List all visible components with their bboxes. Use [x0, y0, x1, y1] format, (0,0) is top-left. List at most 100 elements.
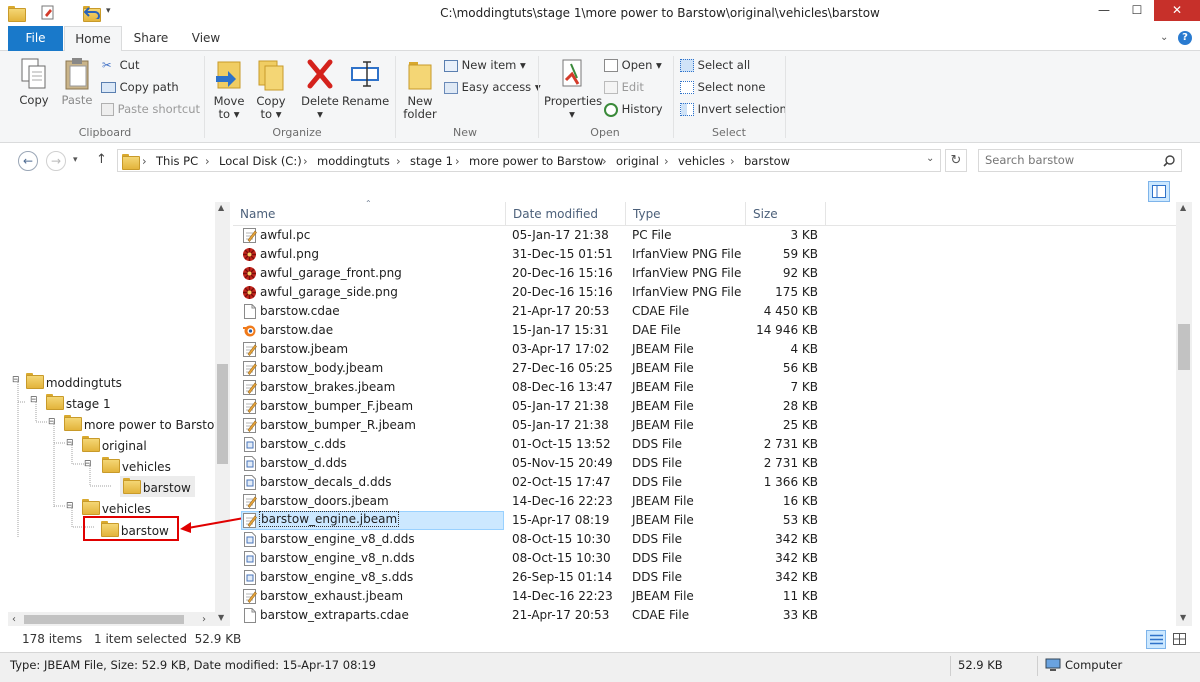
- refresh-button[interactable]: ↻: [945, 149, 967, 172]
- tab-file[interactable]: File: [8, 26, 63, 51]
- file-row[interactable]: barstow_bumper_F.jbeam 05-Jan-17 21:38 JBE…: [233, 397, 1176, 416]
- file-row[interactable]: barstow_engine_v8_s.dds 26-Sep-15 01:14 DD…: [233, 568, 1176, 587]
- file-list-scroll-thumb[interactable]: [1178, 324, 1190, 370]
- scroll-up-icon[interactable]: ▲: [218, 203, 224, 212]
- file-row[interactable]: barstow_body.jbeam 27-Dec-16 05:25 JBEAM F…: [233, 359, 1176, 378]
- up-arrow-icon[interactable]: ↑: [96, 152, 107, 167]
- move-to-button[interactable]: Move to ▾: [210, 56, 248, 121]
- breadcrumb-original[interactable]: original: [616, 154, 659, 168]
- details-view-button[interactable]: [1146, 630, 1166, 649]
- invert-selection-button[interactable]: Invert selection: [680, 102, 787, 116]
- qat-dropdown-icon[interactable]: ▾: [106, 6, 111, 16]
- column-header-date[interactable]: Date modified: [506, 202, 626, 226]
- rename-button[interactable]: Rename: [342, 56, 389, 108]
- tree-item-moddingtuts[interactable]: moddingtuts: [26, 373, 122, 390]
- copy-to-button[interactable]: Copy to ▾: [252, 56, 290, 121]
- file-row[interactable]: barstow_engine_v8_d.dds 08-Oct-15 10:30 DD…: [233, 530, 1176, 549]
- help-icon[interactable]: ?: [1178, 31, 1192, 45]
- breadcrumb-vehicles[interactable]: vehicles: [678, 154, 725, 168]
- scroll-right-icon[interactable]: ›: [202, 614, 206, 625]
- scroll-down-icon[interactable]: ▼: [1180, 613, 1186, 622]
- file-row[interactable]: awful_garage_front.png 20-Dec-16 15:16 Irf…: [233, 264, 1176, 283]
- properties-button[interactable]: Properties ▾: [544, 56, 602, 121]
- tree-item-vehicles[interactable]: vehicles: [82, 499, 151, 516]
- select-all-button[interactable]: Select all: [680, 58, 750, 72]
- tab-share[interactable]: Share: [128, 26, 174, 51]
- file-row[interactable]: barstow.dae 15-Jan-17 15:31 DAE File 14 946…: [233, 321, 1176, 340]
- delete-button[interactable]: Delete ▾: [300, 56, 340, 121]
- file-row[interactable]: barstow_doors.jbeam 14-Dec-16 22:23 JBEAM …: [233, 492, 1176, 511]
- address-bar[interactable]: › This PC › Local Disk (C:) › moddingtut…: [117, 149, 941, 172]
- tab-home[interactable]: Home: [64, 26, 122, 52]
- tab-view[interactable]: View: [184, 26, 228, 51]
- copy-button[interactable]: Copy: [14, 57, 54, 107]
- nav-scrollbar[interactable]: ▲ ▼: [215, 202, 230, 627]
- scroll-up-icon[interactable]: ▲: [1180, 203, 1186, 212]
- search-input[interactable]: [985, 153, 1155, 167]
- close-button[interactable]: ✕: [1154, 0, 1200, 21]
- scroll-down-icon[interactable]: ▼: [218, 613, 224, 622]
- maximize-button[interactable]: ☐: [1121, 0, 1153, 21]
- cut-button[interactable]: ✂ Cut: [102, 58, 139, 72]
- file-row[interactable]: barstow_brakes.jbeam 08-Dec-16 13:47 JBEAM…: [233, 378, 1176, 397]
- minimize-button[interactable]: —: [1088, 0, 1120, 21]
- history-button[interactable]: History: [604, 102, 663, 117]
- file-row[interactable]: barstow_engine.jbeam 15-Apr-17 08:19 JBEAM…: [233, 511, 1176, 530]
- paste-shortcut-button[interactable]: Paste shortcut: [101, 102, 200, 116]
- file-list-scrollbar[interactable]: ▲ ▼: [1176, 202, 1192, 626]
- breadcrumb-barstow[interactable]: barstow: [744, 154, 790, 168]
- tree-item-barstow-original[interactable]: barstow: [120, 476, 195, 497]
- forward-button[interactable]: →: [46, 151, 66, 171]
- scroll-left-icon[interactable]: ‹: [12, 614, 16, 625]
- tree-item-stage-1[interactable]: stage 1: [46, 394, 111, 411]
- file-row[interactable]: barstow.cdae 21-Apr-17 20:53 CDAE File 4 45…: [233, 302, 1176, 321]
- collapse-ribbon-icon[interactable]: ⌄: [1160, 32, 1168, 43]
- expander-icon[interactable]: ⊟: [66, 438, 74, 448]
- file-row[interactable]: barstow_engine_v8_n.dds 08-Oct-15 10:30 DD…: [233, 549, 1176, 568]
- paste-button[interactable]: Paste: [58, 57, 96, 107]
- column-header-type[interactable]: Type: [626, 202, 746, 226]
- expander-icon[interactable]: ⊟: [84, 459, 92, 469]
- breadcrumb-more-power[interactable]: more power to Barstow: [469, 154, 603, 168]
- breadcrumb-stage-1[interactable]: stage 1: [410, 154, 453, 168]
- open-button[interactable]: Open ▾: [604, 58, 662, 72]
- properties-qat-icon[interactable]: [41, 5, 55, 20]
- search-box[interactable]: [978, 149, 1182, 172]
- breadcrumb-local-disk[interactable]: Local Disk (C:): [219, 154, 302, 168]
- file-row[interactable]: barstow.jbeam 03-Apr-17 17:02 JBEAM File 4 …: [233, 340, 1176, 359]
- expander-icon[interactable]: ⊟: [48, 417, 56, 427]
- file-row[interactable]: barstow_bumper_R.jbeam 05-Jan-17 21:38 JBE…: [233, 416, 1176, 435]
- file-row[interactable]: barstow_d.dds 05-Nov-15 20:49 DDS File 2 73…: [233, 454, 1176, 473]
- undo-icon[interactable]: [83, 5, 100, 21]
- file-row[interactable]: barstow_extraparts.cdae 21-Apr-17 20:53 CD…: [233, 606, 1176, 625]
- preview-pane-button[interactable]: [1148, 181, 1170, 202]
- file-row[interactable]: barstow_decals_d.dds 02-Oct-15 17:47 DDS F…: [233, 473, 1176, 492]
- recent-locations-dropdown[interactable]: ▾: [73, 155, 78, 165]
- address-dropdown-icon[interactable]: ⌄: [926, 153, 934, 164]
- file-row[interactable]: barstow_c.dds 01-Oct-15 13:52 DDS File 2 73…: [233, 435, 1176, 454]
- column-header-name[interactable]: Name: [233, 202, 506, 226]
- expander-icon[interactable]: ⊟: [66, 501, 74, 511]
- expander-icon[interactable]: ⊟: [30, 395, 38, 405]
- nav-h-scroll-thumb[interactable]: [24, 615, 184, 624]
- file-row[interactable]: awful.pc 05-Jan-17 21:38 PC File 3 KB: [233, 226, 1176, 245]
- large-icons-view-button[interactable]: [1170, 630, 1190, 649]
- nav-scroll-thumb[interactable]: [217, 364, 228, 464]
- new-item-button[interactable]: New item ▾: [444, 58, 526, 72]
- easy-access-button[interactable]: Easy access ▾: [444, 80, 541, 94]
- tree-item-more-power-to-barstow[interactable]: more power to Barstow: [64, 415, 224, 432]
- file-row[interactable]: awful.png 31-Dec-15 01:51 IrfanView PNG Fi…: [233, 245, 1176, 264]
- nav-h-scrollbar[interactable]: ‹ ›: [8, 612, 215, 627]
- file-row[interactable]: barstow_exhaust.jbeam 14-Dec-16 22:23 JBEA…: [233, 587, 1176, 606]
- breadcrumb-this-pc[interactable]: This PC: [156, 154, 198, 168]
- file-row[interactable]: awful_garage_side.png 20-Dec-16 15:16 Irfa…: [233, 283, 1176, 302]
- back-button[interactable]: ←: [18, 151, 38, 171]
- tree-item-original[interactable]: original: [82, 436, 147, 453]
- breadcrumb-moddingtuts[interactable]: moddingtuts: [317, 154, 390, 168]
- select-none-button[interactable]: Select none: [680, 80, 765, 94]
- tree-item-vehicles-original[interactable]: vehicles: [102, 457, 171, 474]
- tree-item-barstow[interactable]: barstow: [83, 516, 179, 541]
- expander-icon[interactable]: ⊟: [12, 375, 20, 385]
- copy-path-button[interactable]: Copy path: [101, 80, 179, 94]
- column-header-size[interactable]: Size: [746, 202, 826, 226]
